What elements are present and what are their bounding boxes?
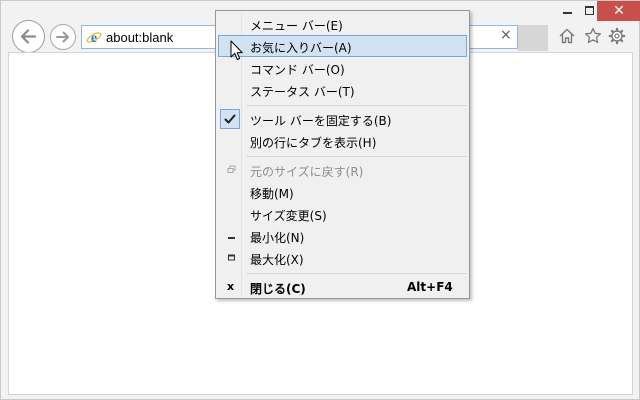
menu-item-close[interactable]: x 閉じる(C) Alt+F4 [218, 276, 467, 298]
menu-separator [246, 273, 467, 274]
menu-item-lock-toolbars[interactable]: ツール バーを固定する(B) [218, 108, 467, 130]
menu-item-move[interactable]: 移動(M) [218, 181, 467, 203]
menu-item-label: サイズ変更(S) [250, 209, 327, 223]
close-icon: ✕ [613, 3, 625, 19]
menu-item-label: 最大化(X) [250, 253, 304, 267]
menu-separator [246, 105, 467, 106]
close-button[interactable]: ✕ [597, 1, 640, 21]
new-tab-area[interactable] [518, 25, 548, 51]
menu-item-label: メニュー バー(E) [250, 19, 343, 33]
menu-item-restore[interactable]: 元のサイズに戻す(R) [218, 159, 467, 181]
restore-icon [227, 165, 236, 173]
menu-item-status-bar[interactable]: ステータス バー(T) [218, 79, 467, 101]
menu-item-tabs-separate-row[interactable]: 別の行にタブを表示(H) [218, 130, 467, 152]
menu-item-menu-bar[interactable]: メニュー バー(E) [218, 13, 467, 35]
forward-button[interactable] [50, 24, 76, 50]
minimize-icon [228, 237, 235, 239]
minimize-icon [563, 12, 572, 14]
mouse-cursor-icon [230, 40, 243, 60]
menu-item-command-bar[interactable]: コマンド バー(O) [218, 57, 467, 79]
clear-address-icon[interactable]: × [500, 27, 512, 43]
back-button[interactable] [12, 20, 45, 53]
menu-item-label: 元のサイズに戻す(R) [250, 165, 364, 179]
menu-item-label: 移動(M) [250, 187, 294, 201]
back-arrow-icon [20, 29, 37, 44]
maximize-icon [228, 254, 235, 261]
internet-explorer-icon: e [86, 31, 102, 45]
menu-item-maximize[interactable]: 最大化(X) [218, 247, 467, 269]
address-url[interactable]: about:blank [106, 30, 173, 45]
menu-item-minimize[interactable]: 最小化(N) [218, 225, 467, 247]
gear-icon[interactable] [608, 27, 626, 45]
menu-item-label: ステータス バー(T) [250, 85, 355, 99]
home-icon[interactable] [558, 27, 576, 45]
menu-item-label: 最小化(N) [250, 231, 305, 245]
checkmark-icon [220, 109, 240, 129]
context-menu: メニュー バー(E) お気に入りバー(A) コマンド バー(O) ステータス バ… [215, 10, 470, 299]
menu-item-label: 閉じる(C) [250, 282, 306, 296]
minimize-button[interactable] [557, 1, 579, 21]
menu-item-label: コマンド バー(O) [250, 63, 345, 77]
maximize-icon [585, 6, 594, 15]
menu-item-accelerator: Alt+F4 [407, 280, 453, 294]
menu-item-favorites-bar[interactable]: お気に入りバー(A) [218, 35, 467, 57]
close-icon: x [227, 280, 235, 293]
menu-separator [246, 156, 467, 157]
menu-item-label: ツール バーを固定する(B) [250, 114, 392, 128]
star-icon[interactable] [584, 27, 602, 45]
menu-item-size[interactable]: サイズ変更(S) [218, 203, 467, 225]
svg-text:e: e [91, 31, 97, 45]
menu-item-label: 別の行にタブを表示(H) [250, 136, 377, 150]
menu-item-label: お気に入りバー(A) [250, 41, 352, 55]
forward-arrow-icon [56, 31, 69, 43]
